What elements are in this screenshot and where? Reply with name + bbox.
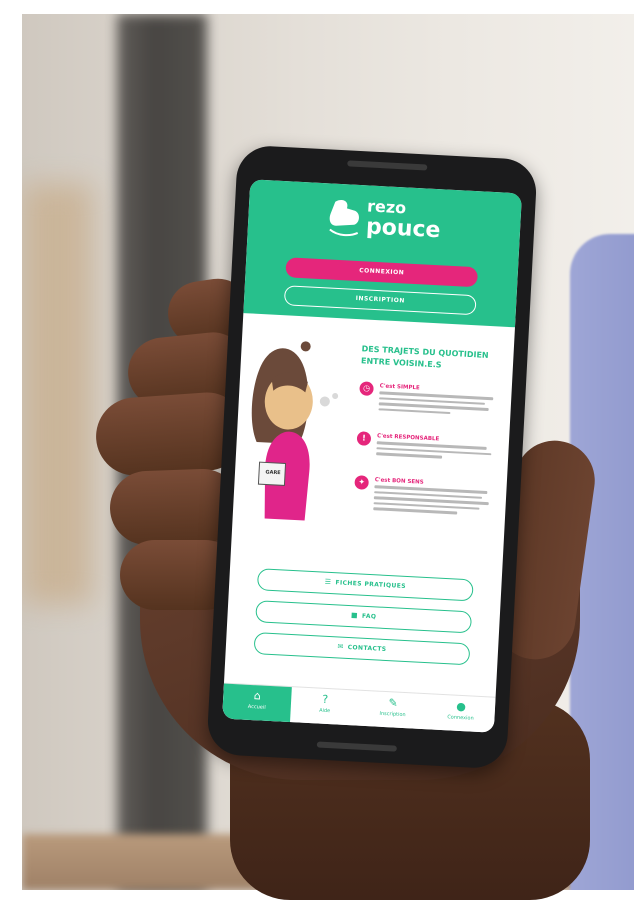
feature-text <box>378 391 499 427</box>
feature-text <box>373 485 494 521</box>
clock-icon: ◷ <box>359 381 374 396</box>
faq-button[interactable]: ■ FAQ <box>255 600 473 634</box>
feature-text <box>375 441 496 477</box>
mascot-sign-text: GARE <box>265 469 281 477</box>
bottom-tab-bar: ⌂ Accueil ? Aide ✎ Inscription ● Connexi… <box>222 682 496 733</box>
tab-home[interactable]: ⌂ Accueil <box>222 683 292 724</box>
practical-sheets-label: FICHES PRATIQUES <box>335 579 407 590</box>
mascot-illustration <box>251 341 339 521</box>
practical-sheets-button[interactable]: ☰ FICHES PRATIQUES <box>256 568 474 602</box>
headline: DES TRAJETS DU QUOTIDIEN ENTRE VOISIN.E.… <box>360 344 489 370</box>
feature-responsible: ! C'est RESPONSABLE <box>356 431 499 459</box>
background-wall <box>22 184 92 604</box>
feature-simple: ◷ C'est SIMPLE <box>359 381 502 415</box>
chat-icon: ✉ <box>337 642 344 651</box>
tab-label: Inscription <box>379 710 406 719</box>
thumb-logo-icon <box>329 200 359 237</box>
brand-word-2: pouce <box>365 214 442 244</box>
signup-button[interactable]: INSCRIPTION <box>283 285 477 316</box>
list-icon: ☰ <box>324 577 332 587</box>
alert-icon: ! <box>356 431 372 446</box>
smartphone: rezo pouce CONNEXION INSCRIPTION GARE DE… <box>206 144 538 770</box>
tab-signup[interactable]: ✎ Inscription <box>358 691 428 731</box>
faq-label: FAQ <box>361 612 377 621</box>
tab-label: Accueil <box>247 703 266 711</box>
contacts-button[interactable]: ✉ CONTACTS <box>253 632 471 666</box>
question-icon: ■ <box>350 611 359 620</box>
connect-button[interactable]: CONNEXION <box>285 257 479 288</box>
tab-connect[interactable]: ● Connexion <box>426 694 496 733</box>
app-logo: rezo pouce <box>325 191 448 257</box>
contacts-label: CONTACTS <box>347 643 387 654</box>
app-header: rezo pouce CONNEXION INSCRIPTION <box>243 179 522 328</box>
bulb-icon: ✦ <box>354 475 370 490</box>
tab-label: Aide <box>318 707 331 715</box>
app-screen: rezo pouce CONNEXION INSCRIPTION GARE DE… <box>222 179 522 733</box>
tab-help[interactable]: ? Aide <box>290 687 360 727</box>
phone-speaker <box>347 160 428 171</box>
phone-speaker-bottom <box>316 741 397 752</box>
